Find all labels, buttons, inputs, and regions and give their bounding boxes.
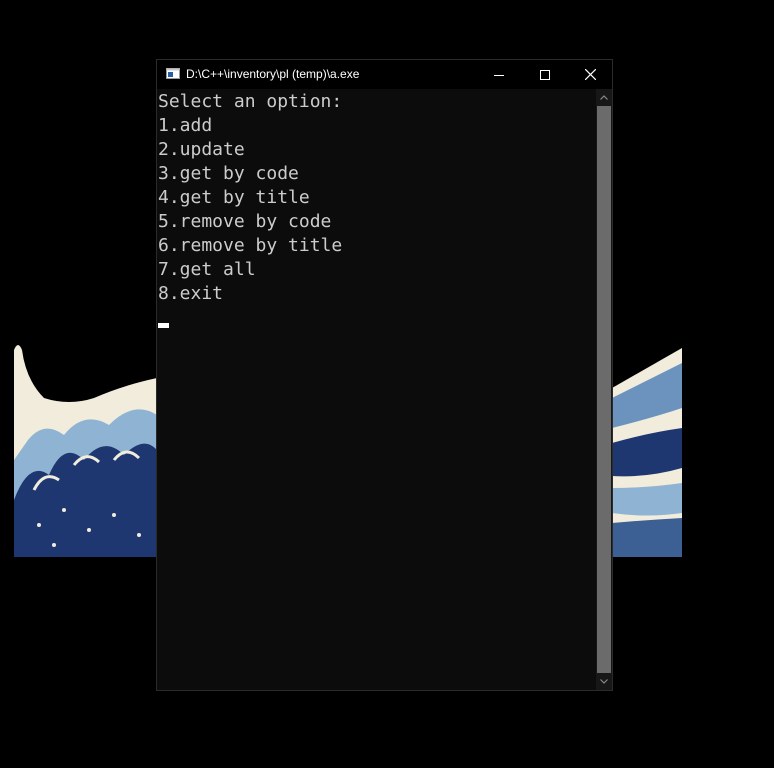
minimize-icon: [494, 74, 504, 76]
menu-option-update: 2.update: [158, 139, 245, 160]
menu-option-add: 1.add: [158, 115, 213, 136]
menu-prompt: Select an option:: [158, 91, 343, 112]
maximize-icon: [540, 69, 550, 80]
close-icon: [584, 69, 596, 80]
console-app-icon: [166, 68, 180, 79]
vertical-scrollbar[interactable]: [596, 89, 612, 690]
text-cursor: [158, 323, 169, 328]
menu-option-get-all: 7.get all: [158, 259, 256, 280]
console-output[interactable]: Select an option: 1.add 2.update 3.get b…: [157, 89, 596, 690]
menu-option-remove-by-code: 5.remove by code: [158, 211, 332, 232]
close-button[interactable]: [567, 60, 613, 89]
scroll-down-button[interactable]: [596, 673, 612, 690]
console-window[interactable]: D:\C++\inventory\pl (temp)\a.exe Select …: [156, 59, 613, 691]
window-title: D:\C++\inventory\pl (temp)\a.exe: [186, 67, 360, 81]
menu-option-remove-by-title: 6.remove by title: [158, 235, 343, 256]
maximize-button[interactable]: [522, 60, 568, 89]
menu-option-get-by-title: 4.get by title: [158, 187, 310, 208]
title-bar[interactable]: D:\C++\inventory\pl (temp)\a.exe: [157, 60, 612, 89]
wave-art-right: [612, 348, 682, 557]
chevron-down-icon: [600, 679, 608, 684]
chevron-up-icon: [600, 95, 608, 100]
menu-option-exit: 8.exit: [158, 283, 224, 304]
scroll-up-button[interactable]: [596, 89, 612, 106]
menu-option-get-by-code: 3.get by code: [158, 163, 299, 184]
minimize-button[interactable]: [476, 60, 522, 89]
scrollbar-thumb[interactable]: [597, 106, 611, 673]
wave-art-left: [14, 340, 157, 557]
